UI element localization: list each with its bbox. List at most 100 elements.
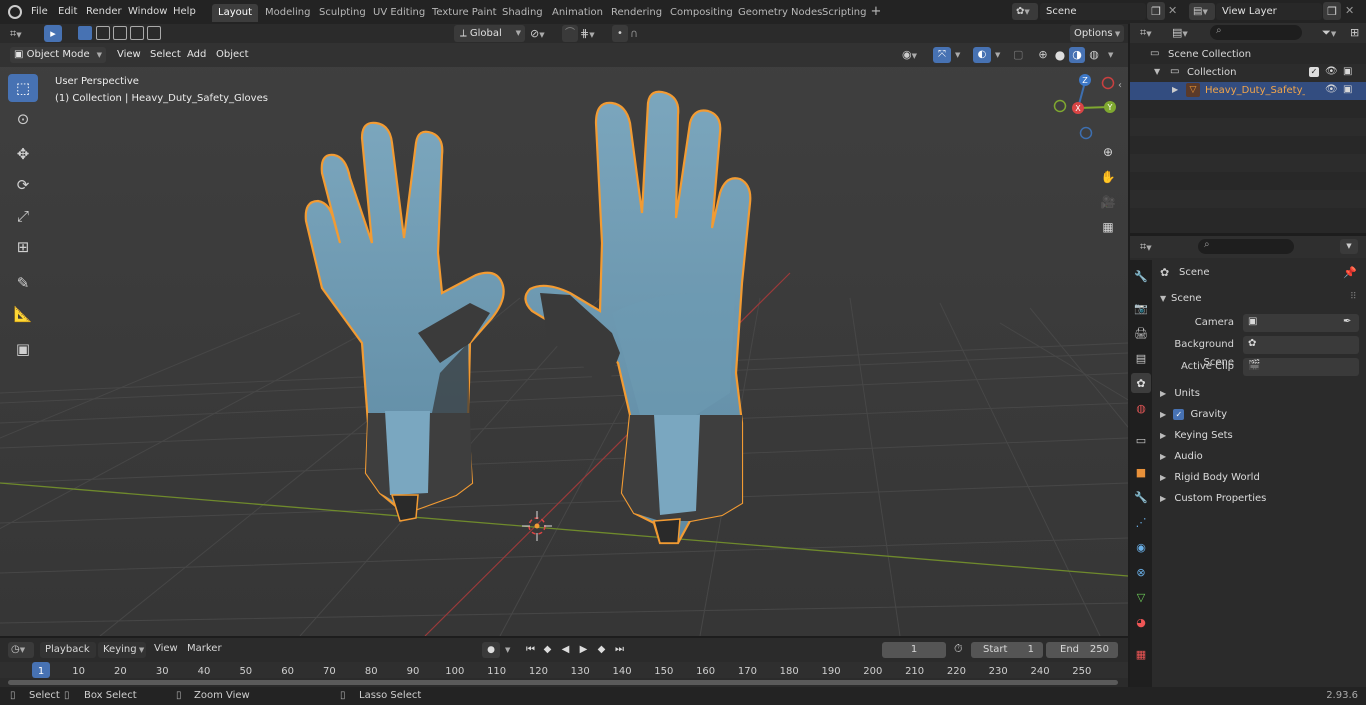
orientation-dropdown[interactable]: ⟂ Global ▼ <box>454 25 525 42</box>
snap-icon[interactable]: ⌒ <box>562 25 578 42</box>
outliner-editor-type-icon[interactable]: ⌗▼ <box>1140 26 1152 40</box>
scene-name-field[interactable]: Scene <box>1040 3 1146 20</box>
tab-geometry-nodes[interactable]: Geometry Nodes <box>732 4 828 22</box>
menu-file[interactable]: File <box>31 4 48 20</box>
tool-measure[interactable]: 📐 <box>8 300 38 328</box>
pivot-point-icon[interactable]: ⊘▼ <box>530 25 558 42</box>
select-new-icon[interactable] <box>78 26 92 40</box>
options-dropdown[interactable]: Options ▼ <box>1070 25 1124 42</box>
camera-field[interactable]: ▣ ✒ <box>1243 314 1359 332</box>
properties-options-icon[interactable]: ▼ <box>1340 239 1358 254</box>
tab-object-icon[interactable]: ■ <box>1131 462 1151 482</box>
shading-menu-icon[interactable]: ▼ <box>1108 51 1113 59</box>
gizmo-menu-icon[interactable]: ▼ <box>955 51 960 59</box>
overlay-toggle-icon[interactable]: ◐ <box>973 47 991 63</box>
tab-tool-icon[interactable]: 🔧 <box>1131 266 1151 286</box>
tab-view-layer-icon[interactable]: ▤ <box>1131 348 1151 368</box>
viewport-menu-object[interactable]: Object <box>212 47 253 63</box>
select-subtract-icon[interactable] <box>113 26 127 40</box>
navigation-gizmo[interactable]: Z Y X <box>1050 70 1122 142</box>
select-intersect-icon[interactable] <box>147 26 161 40</box>
shading-rendered-icon[interactable]: ◍ <box>1086 47 1102 63</box>
tab-layout[interactable]: Layout <box>212 4 258 22</box>
timeline-menu-view[interactable]: View <box>154 643 178 654</box>
tab-animation[interactable]: Animation <box>546 4 609 22</box>
tool-select-box[interactable]: ⬚ <box>8 74 38 102</box>
proportional-falloff-icon[interactable]: ∩ <box>630 25 654 42</box>
menu-help[interactable]: Help <box>173 4 196 20</box>
new-view-layer-icon[interactable]: ❐ <box>1323 2 1341 20</box>
end-frame-field[interactable]: End 250 <box>1046 642 1118 658</box>
view-layer-field[interactable]: View Layer <box>1216 3 1322 20</box>
play-reverse-icon[interactable]: ◀ <box>557 642 574 658</box>
viewport-menu-view[interactable]: View <box>113 47 145 63</box>
active-clip-field[interactable]: 🎬 <box>1243 358 1359 376</box>
overlay-menu-icon[interactable]: ▼ <box>995 51 1000 59</box>
eye-icon[interactable]: 👁 <box>1325 66 1338 77</box>
camera-icon[interactable]: ▣ <box>1343 84 1352 95</box>
zoom-icon[interactable]: ⊕ <box>1097 141 1119 163</box>
timeline-menu-marker[interactable]: Marker <box>187 643 222 654</box>
shading-material-icon[interactable]: ◑ <box>1069 47 1085 63</box>
tab-modifiers-icon[interactable]: 🔧 <box>1131 487 1151 507</box>
tab-render-icon[interactable]: 📷 <box>1131 298 1151 318</box>
editor-type-icon[interactable]: ⌗▼ <box>10 25 36 42</box>
collapse-icon[interactable]: ▼ <box>1154 67 1160 76</box>
playback-menu[interactable]: Playback ▼ <box>40 642 96 670</box>
view-layer-selector-icon[interactable]: ▤▼ <box>1189 3 1215 20</box>
background-scene-field[interactable]: ✿ <box>1243 336 1359 354</box>
keying-menu[interactable]: Keying ▼ <box>98 642 146 658</box>
tab-rendering[interactable]: Rendering <box>605 4 668 22</box>
3d-viewport[interactable] <box>0 43 1128 636</box>
current-frame-field[interactable]: 1 <box>882 642 946 658</box>
prev-keyframe-icon[interactable]: ◆ <box>539 642 556 658</box>
tool-move[interactable]: ✥ <box>8 140 38 168</box>
menu-render[interactable]: Render <box>86 4 122 20</box>
perspective-toggle-icon[interactable]: ▦ <box>1097 216 1119 238</box>
timeline-editor-type-icon[interactable]: ◷▼ <box>8 642 34 658</box>
select-extend-icon[interactable] <box>96 26 110 40</box>
outliner-row-collection[interactable]: ▼ ▭ Collection ✓ 👁 ▣ <box>1130 64 1366 82</box>
outliner-display-mode-icon[interactable]: ▤▼ <box>1172 26 1188 39</box>
tool-add-cube[interactable]: ▣ <box>8 335 38 363</box>
tab-sculpting[interactable]: Sculpting <box>313 4 372 22</box>
delete-scene-icon[interactable]: ✕ <box>1168 4 1177 17</box>
new-scene-icon[interactable]: ❐ <box>1147 2 1165 20</box>
outliner-filter-icon[interactable]: ⏷▼ <box>1322 26 1336 40</box>
tool-transform[interactable]: ⊞ <box>8 233 38 261</box>
add-workspace-icon[interactable]: + <box>868 4 884 20</box>
tab-collection-icon[interactable]: ▭ <box>1131 430 1151 450</box>
xray-toggle-icon[interactable]: ▢ <box>1013 47 1029 63</box>
pan-hand-icon[interactable]: ✋ <box>1097 166 1119 188</box>
subpanel-audio[interactable]: ▶ Audio <box>1160 448 1360 466</box>
new-collection-icon[interactable]: ⊞ <box>1350 26 1359 39</box>
preview-range-icon[interactable]: ⏱ <box>954 642 963 656</box>
tab-world-icon[interactable]: ◍ <box>1131 398 1151 418</box>
viewport-menu-add[interactable]: Add <box>183 47 210 63</box>
mode-dropdown[interactable]: ▣ Object Mode ▼ <box>10 47 106 63</box>
pin-icon[interactable]: 📌 <box>1343 266 1357 279</box>
tab-particles-icon[interactable]: ⋰ <box>1131 512 1151 532</box>
tool-rotate[interactable]: ⟳ <box>8 171 38 199</box>
tool-scale[interactable]: ⤢ <box>8 202 38 230</box>
tool-cursor[interactable]: ⊙ <box>8 105 38 133</box>
menu-edit[interactable]: Edit <box>58 4 77 20</box>
gizmo-toggle-icon[interactable]: ⤧ <box>933 47 951 63</box>
sidebar-toggle-icon[interactable]: ‹ <box>1118 80 1122 91</box>
tab-output-icon[interactable]: 🖨 <box>1131 323 1151 343</box>
next-keyframe-icon[interactable]: ◆ <box>593 642 610 658</box>
subpanel-units[interactable]: ▶ Units <box>1160 385 1360 403</box>
tab-scene-icon[interactable]: ✿ <box>1131 373 1151 393</box>
subpanel-custom-properties[interactable]: ▶ Custom Properties <box>1160 490 1360 508</box>
tab-constraints-icon[interactable]: ⊗ <box>1131 562 1151 582</box>
snap-target-icon[interactable]: ⋕▼ <box>580 25 604 42</box>
record-button[interactable]: ● <box>482 642 500 658</box>
outliner-search-input[interactable]: ⌕ <box>1210 25 1302 40</box>
gravity-checkbox[interactable]: ✓ <box>1173 408 1185 420</box>
camera-view-icon[interactable]: 🎥 <box>1097 191 1119 213</box>
tab-texture-paint[interactable]: Texture Paint <box>426 4 503 22</box>
jump-end-icon[interactable]: ⏭ <box>611 642 628 658</box>
subpanel-gravity[interactable]: ▶ ✓ Gravity <box>1160 406 1360 424</box>
play-icon[interactable]: ▶ <box>575 642 592 658</box>
tab-texture-icon[interactable]: ▦ <box>1131 644 1151 664</box>
